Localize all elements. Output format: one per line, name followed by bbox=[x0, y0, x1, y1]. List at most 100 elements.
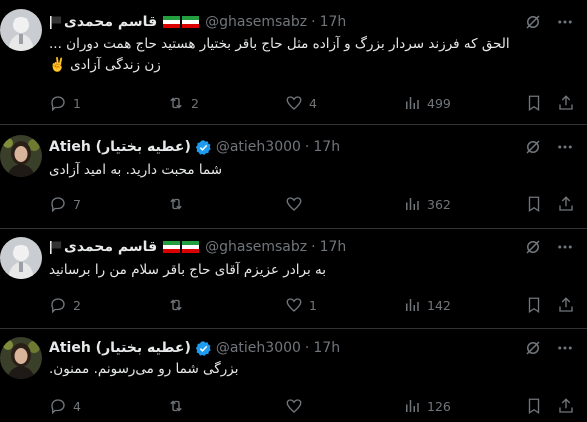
reply-thread: قاسم محمدی @ghasemsabz · 17h الحق که فرز… bbox=[0, 0, 587, 422]
view-count: 362 bbox=[427, 196, 451, 212]
tweet-text: الحق که فرزند سردار بزرگ و آزاده مثل حاج… bbox=[49, 34, 569, 76]
repost-button[interactable] bbox=[167, 295, 191, 315]
tweet-header: قاسم محمدی @ghasemsabz · 17h bbox=[49, 12, 346, 32]
reply-button[interactable]: 1 bbox=[49, 93, 81, 113]
avatar-atieh3000[interactable] bbox=[0, 337, 42, 379]
handle[interactable]: @ghasemsabz bbox=[205, 14, 307, 30]
repost-button[interactable]: 2 bbox=[167, 93, 199, 113]
display-name[interactable]: قاسم محمدی bbox=[64, 14, 157, 30]
more-options-icon[interactable] bbox=[556, 238, 574, 256]
reply-icon bbox=[51, 197, 65, 213]
tweet-text-line: شما محبت دارید. به امید آزادی bbox=[49, 162, 223, 178]
bookmark-button[interactable] bbox=[525, 295, 543, 315]
views-button[interactable]: 362 bbox=[403, 194, 451, 214]
tweet[interactable]: قاسم محمدی @ghasemsabz · 17h الحق که فرز… bbox=[0, 0, 587, 125]
share-icon bbox=[559, 95, 573, 110]
iran-flag-icon bbox=[182, 241, 200, 253]
reply-button[interactable]: 4 bbox=[49, 396, 81, 416]
timestamp[interactable]: 17h bbox=[320, 14, 347, 30]
iran-flag-icon bbox=[163, 16, 181, 28]
share-button[interactable] bbox=[557, 93, 575, 113]
repost-icon bbox=[170, 97, 182, 109]
avatar-atieh3000[interactable] bbox=[0, 135, 42, 177]
tweet-header: Atieh (عطیه بختیار) @atieh3000 · 17h bbox=[49, 338, 340, 358]
verified-badge-icon bbox=[195, 340, 211, 356]
bookmark-icon bbox=[528, 95, 540, 112]
heart-icon bbox=[286, 298, 302, 312]
views-button[interactable]: 499 bbox=[403, 93, 451, 113]
handle[interactable]: @atieh3000 bbox=[216, 340, 301, 356]
share-button[interactable] bbox=[557, 396, 575, 416]
repost-icon bbox=[170, 400, 182, 412]
timestamp[interactable]: 17h bbox=[313, 139, 340, 155]
bookmark-icon bbox=[528, 196, 540, 213]
handle[interactable]: @atieh3000 bbox=[216, 139, 301, 155]
display-name[interactable]: قاسم محمدی bbox=[64, 239, 157, 255]
action-bar: 1 2 4 499 bbox=[49, 93, 579, 113]
reply-icon bbox=[51, 96, 65, 112]
reply-icon bbox=[51, 298, 65, 314]
separator: · bbox=[311, 14, 316, 30]
avatar-image bbox=[0, 135, 42, 177]
tweet-text: بزرگی شما رو می‌رسونم. ممنون. bbox=[49, 359, 569, 380]
black-flag-icon bbox=[50, 241, 62, 254]
more-options-icon[interactable] bbox=[556, 138, 574, 156]
display-name[interactable]: Atieh (عطیه بختیار) bbox=[49, 139, 191, 155]
like-button[interactable] bbox=[285, 396, 309, 416]
separator: · bbox=[311, 239, 316, 255]
tweet-text-line: به برادر عزیزم آقای حاج باقر سلام من را … bbox=[49, 262, 327, 278]
tweet-text: شما محبت دارید. به امید آزادی bbox=[49, 160, 569, 181]
repost-button[interactable] bbox=[167, 396, 191, 416]
tweet[interactable]: Atieh (عطیه بختیار) @atieh3000 · 17h شما… bbox=[0, 125, 587, 229]
repost-icon bbox=[170, 299, 182, 311]
more-options-icon[interactable] bbox=[556, 13, 574, 31]
views-icon bbox=[406, 400, 419, 412]
share-icon bbox=[559, 398, 573, 413]
share-icon bbox=[559, 196, 573, 211]
avatar-ghasemsabz[interactable] bbox=[0, 237, 42, 279]
more-options-icon[interactable] bbox=[556, 339, 574, 357]
avatar-image bbox=[0, 237, 42, 279]
bookmark-icon bbox=[528, 297, 540, 314]
bookmark-button[interactable] bbox=[525, 194, 543, 214]
tweet[interactable]: Atieh (عطیه بختیار) @atieh3000 · 17h بزر… bbox=[0, 329, 587, 422]
views-icon bbox=[406, 299, 419, 311]
heart-icon bbox=[286, 96, 302, 110]
bookmark-icon bbox=[528, 398, 540, 415]
grok-icon[interactable] bbox=[524, 138, 542, 156]
display-name[interactable]: Atieh (عطیه بختیار) bbox=[49, 340, 191, 356]
iran-flag-icon bbox=[182, 16, 200, 28]
like-count: 1 bbox=[309, 297, 317, 313]
action-bar: 2 1 142 bbox=[49, 295, 579, 315]
views-button[interactable]: 126 bbox=[403, 396, 451, 416]
view-count: 142 bbox=[427, 297, 451, 313]
views-icon bbox=[406, 198, 419, 210]
share-button[interactable] bbox=[557, 194, 575, 214]
like-button[interactable]: 1 bbox=[285, 295, 317, 315]
repost-button[interactable] bbox=[167, 194, 191, 214]
bookmark-button[interactable] bbox=[525, 396, 543, 416]
bookmark-button[interactable] bbox=[525, 93, 543, 113]
repost-icon bbox=[170, 198, 182, 210]
tweet[interactable]: قاسم محمدی @ghasemsabz · 17h به برادر عز… bbox=[0, 229, 587, 329]
separator: · bbox=[304, 139, 310, 155]
grok-icon[interactable] bbox=[524, 13, 542, 31]
views-icon bbox=[406, 97, 419, 109]
black-flag-icon bbox=[50, 16, 62, 29]
share-button[interactable] bbox=[557, 295, 575, 315]
timestamp[interactable]: 17h bbox=[320, 239, 347, 255]
reply-button[interactable]: 2 bbox=[49, 295, 81, 315]
handle[interactable]: @ghasemsabz bbox=[205, 239, 307, 255]
avatar-ghasemsabz[interactable] bbox=[0, 9, 42, 51]
grok-icon[interactable] bbox=[524, 339, 542, 357]
timestamp[interactable]: 17h bbox=[313, 340, 340, 356]
grok-icon[interactable] bbox=[524, 238, 542, 256]
avatar-image bbox=[0, 9, 42, 51]
action-bar: 4 126 bbox=[49, 396, 579, 416]
reply-button[interactable]: 7 bbox=[49, 194, 81, 214]
like-button[interactable]: 4 bbox=[285, 93, 317, 113]
like-button[interactable] bbox=[285, 194, 309, 214]
share-icon bbox=[559, 297, 573, 312]
tweet-text-line: بزرگی شما رو می‌رسونم. ممنون. bbox=[49, 361, 239, 377]
views-button[interactable]: 142 bbox=[403, 295, 451, 315]
